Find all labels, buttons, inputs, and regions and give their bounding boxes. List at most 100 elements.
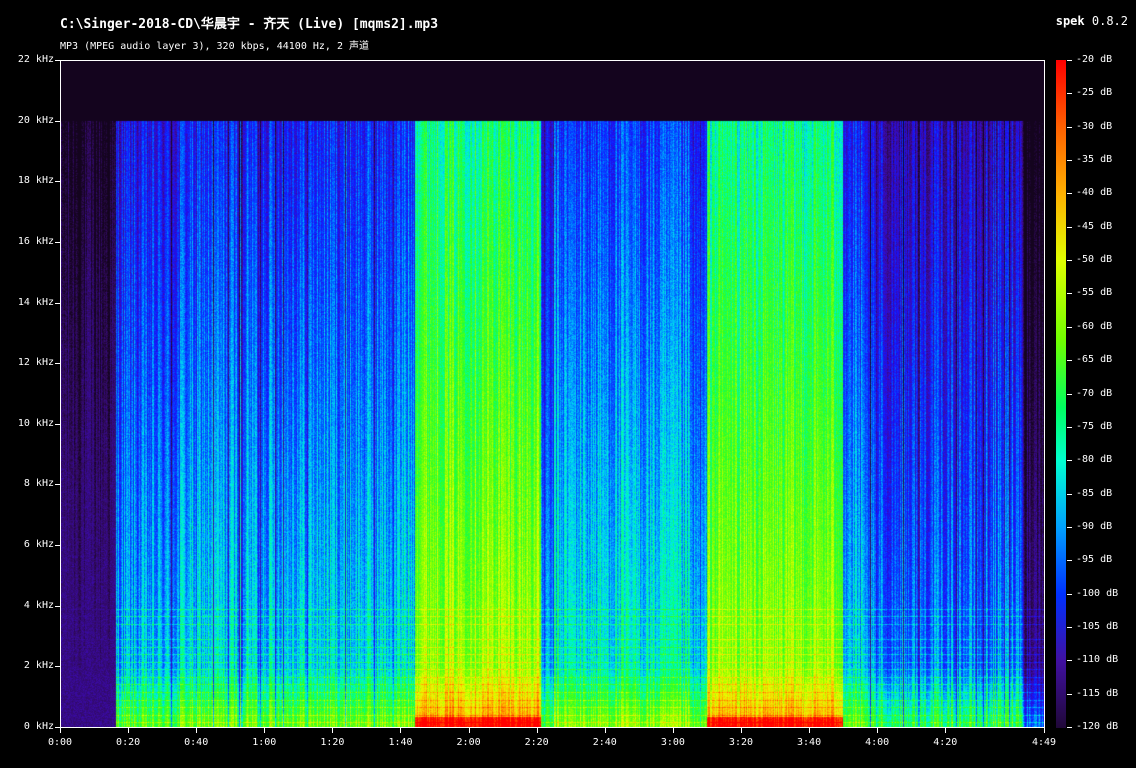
time-tick-mark: [877, 728, 878, 733]
time-tick-label: 2:40: [592, 737, 617, 748]
db-tick-mark: [1067, 527, 1072, 528]
db-tick-label: -120 dB: [1076, 721, 1119, 732]
audio-format-info: MP3 (MPEG audio layer 3), 320 kbps, 4410…: [60, 41, 369, 52]
db-tick-mark: [1067, 260, 1072, 261]
time-tick-label: 1:00: [252, 737, 277, 748]
db-tick-label: -50 dB: [1076, 254, 1113, 266]
db-tick-mark: [1067, 93, 1072, 94]
time-tick-label: 4:49: [1031, 737, 1057, 748]
time-tick-mark: [60, 728, 61, 733]
freq-tick-label: 2 kHz: [23, 660, 54, 672]
time-tick-label: 0:40: [184, 737, 209, 748]
freq-tick-mark: [55, 242, 60, 243]
spek-window: C:\Singer-2018-CD\华晨宇 - 齐天 (Live) [mqms2…: [0, 0, 1136, 768]
db-tick-label: -100 dB: [1076, 587, 1119, 599]
db-tick-mark: [1067, 293, 1072, 294]
db-tick-mark: [1067, 694, 1072, 695]
db-tick-mark: [1067, 560, 1072, 561]
db-tick-mark: [1067, 594, 1072, 595]
app-name: spek: [1055, 14, 1085, 28]
time-tick-mark: [400, 728, 401, 733]
db-tick-label: -65 dB: [1076, 354, 1113, 366]
freq-tick-mark: [55, 181, 60, 182]
db-tick-mark: [1067, 394, 1072, 395]
app-version: 0.8.2: [1091, 14, 1128, 28]
db-tick-mark: [1067, 60, 1072, 61]
db-tick-label: -45 dB: [1076, 220, 1113, 232]
app-brand: spek 0.8.2: [1056, 14, 1128, 28]
freq-tick-label: 16 kHz: [17, 235, 54, 247]
time-tick-label: 4:20: [933, 737, 958, 748]
freq-tick-mark: [55, 484, 60, 485]
time-tick-mark: [469, 728, 470, 733]
db-tick-label: -30 dB: [1076, 120, 1113, 132]
freq-tick-mark: [55, 121, 60, 122]
db-tick-label: -25 dB: [1076, 87, 1113, 99]
time-tick-mark: [128, 728, 129, 733]
db-tick-mark: [1067, 127, 1072, 128]
db-tick-label: -95 dB: [1076, 554, 1113, 566]
freq-tick-mark: [55, 606, 60, 607]
db-tick-label: -55 dB: [1076, 287, 1113, 299]
db-tick-mark: [1067, 160, 1072, 161]
spectrogram-image: [61, 61, 1044, 727]
time-tick-mark: [1044, 728, 1045, 733]
db-colorbar: [1056, 60, 1066, 728]
db-tick-label: -85 dB: [1076, 487, 1113, 499]
time-tick-label: 1:40: [388, 737, 413, 748]
db-tick-mark: [1067, 660, 1072, 661]
time-tick-mark: [809, 728, 810, 733]
time-tick-label: 3:00: [660, 737, 685, 748]
db-tick-mark: [1067, 427, 1072, 428]
freq-tick-label: 6 kHz: [23, 539, 54, 551]
freq-tick-label: 14 kHz: [17, 296, 54, 308]
db-tick-mark: [1067, 627, 1072, 628]
time-tick-mark: [945, 728, 946, 733]
db-tick-label: -105 dB: [1076, 620, 1119, 632]
time-tick-mark: [537, 728, 538, 733]
freq-tick-label: 12 kHz: [17, 357, 54, 369]
db-tick-mark: [1067, 360, 1072, 361]
db-tick-label: -110 dB: [1076, 654, 1119, 666]
freq-tick-mark: [55, 303, 60, 304]
time-tick-mark: [673, 728, 674, 733]
freq-tick-label: 22 kHz: [17, 54, 54, 65]
time-tick-label: 2:20: [524, 737, 549, 748]
time-tick-label: 0:00: [47, 737, 73, 748]
db-tick-mark: [1067, 193, 1072, 194]
time-tick-label: 3:40: [797, 737, 822, 748]
db-tick-mark: [1067, 460, 1072, 461]
time-tick-label: 1:20: [320, 737, 345, 748]
db-tick-label: -35 dB: [1076, 154, 1113, 166]
db-tick-label: -20 dB: [1076, 54, 1113, 65]
freq-tick-label: 8 kHz: [23, 478, 54, 490]
time-tick-mark: [741, 728, 742, 733]
freq-tick-label: 4 kHz: [23, 599, 54, 611]
db-tick-label: -75 dB: [1076, 420, 1113, 432]
db-tick-label: -70 dB: [1076, 387, 1113, 399]
freq-tick-mark: [55, 363, 60, 364]
db-tick-label: -80 dB: [1076, 454, 1113, 466]
db-tick-label: -115 dB: [1076, 687, 1119, 699]
freq-tick-label: 20 kHz: [17, 114, 54, 126]
time-tick-mark: [332, 728, 333, 733]
db-tick-mark: [1067, 327, 1072, 328]
db-tick-label: -90 dB: [1076, 520, 1113, 532]
time-tick-label: 0:20: [116, 737, 141, 748]
spectrogram-plot[interactable]: [60, 60, 1045, 728]
freq-tick-label: 18 kHz: [17, 175, 54, 187]
db-tick-label: -40 dB: [1076, 187, 1113, 199]
freq-tick-mark: [55, 60, 60, 61]
time-tick-label: 3:20: [728, 737, 754, 748]
time-tick-mark: [605, 728, 606, 733]
db-tick-mark: [1067, 494, 1072, 495]
db-tick-mark: [1067, 727, 1072, 728]
time-tick-mark: [264, 728, 265, 733]
freq-tick-mark: [55, 424, 60, 425]
freq-tick-mark: [55, 666, 60, 667]
db-tick-mark: [1067, 227, 1072, 228]
file-path-title: C:\Singer-2018-CD\华晨宇 - 齐天 (Live) [mqms2…: [60, 17, 439, 32]
freq-tick-label: 10 kHz: [17, 417, 54, 429]
freq-tick-label: 0 kHz: [23, 721, 54, 732]
time-tick-label: 4:00: [865, 737, 890, 748]
